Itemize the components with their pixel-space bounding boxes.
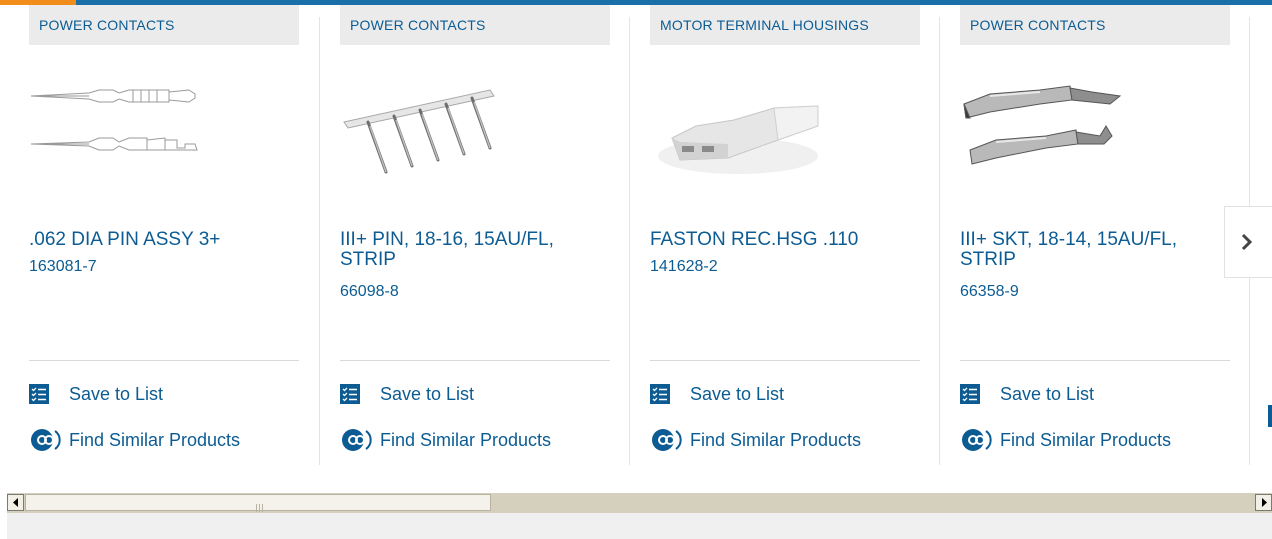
find-similar-products-label: Find Similar Products (380, 429, 552, 450)
find-similar-products-label: Find Similar Products (1000, 429, 1172, 450)
checklist-icon (650, 384, 670, 404)
partial-card-save-icon (1268, 405, 1272, 427)
part-number[interactable]: 66358-9 (960, 283, 1019, 301)
carousel-next-button[interactable] (1224, 206, 1272, 278)
save-to-list-button[interactable]: Save to List (29, 381, 163, 407)
card-divider (960, 360, 1230, 361)
card-divider (29, 360, 299, 361)
product-card: MOTOR TERMINAL HOUSINGS FASTON REC.HSG .… (650, 5, 940, 465)
product-image[interactable] (29, 60, 299, 200)
arrow-left-icon (12, 498, 18, 507)
horizontal-scrollbar[interactable] (7, 493, 1272, 513)
product-category: POWER CONTACTS (29, 5, 299, 45)
find-similar-products-label: Find Similar Products (69, 429, 241, 450)
find-similar-products-button[interactable]: Find Similar Products (960, 427, 1171, 453)
product-image[interactable] (650, 60, 920, 200)
product-card: POWER CONTACTS .062 DIA PIN ASSY 3+ 1630… (29, 5, 319, 465)
part-number[interactable]: 66098-8 (340, 283, 399, 301)
product-title[interactable]: FASTON REC.HSG .110 (650, 230, 920, 250)
card-divider (650, 360, 920, 361)
checklist-icon (29, 384, 49, 404)
part-number[interactable]: 141628-2 (650, 258, 718, 276)
product-carousel: POWER CONTACTS .062 DIA PIN ASSY 3+ 1630… (0, 5, 1272, 465)
find-similar-products-button[interactable]: Find Similar Products (29, 427, 240, 453)
similar-products-icon (342, 429, 372, 451)
save-to-list-label: Save to List (380, 383, 475, 404)
checklist-icon (340, 384, 360, 404)
save-to-list-label: Save to List (1000, 383, 1095, 404)
product-title[interactable]: III+ PIN, 18-16, 15AU/FL, STRIP (340, 230, 610, 270)
card-separator (629, 17, 630, 465)
scrollbar-grip (256, 499, 265, 512)
save-to-list-button[interactable]: Save to List (960, 381, 1094, 407)
bottom-area (7, 513, 1272, 539)
product-image[interactable] (960, 60, 1230, 200)
card-separator (319, 17, 320, 465)
save-to-list-button[interactable]: Save to List (650, 381, 784, 407)
scrollbar-thumb[interactable] (25, 494, 491, 512)
scroll-left-button[interactable] (7, 494, 24, 511)
save-to-list-button[interactable]: Save to List (340, 381, 474, 407)
product-card: POWER CONTACTS III+ PIN, 18-16, 15AU/FL,… (340, 5, 630, 465)
chevron-right-icon (1241, 233, 1253, 251)
checklist-icon (960, 384, 980, 404)
product-card: POWER CONTACTS III+ SKT, 18-14, 15AU/FL,… (960, 5, 1250, 465)
similar-products-icon (31, 429, 61, 451)
product-category: POWER CONTACTS (340, 5, 610, 45)
save-to-list-label: Save to List (69, 383, 164, 404)
find-similar-products-button[interactable]: Find Similar Products (340, 427, 551, 453)
product-title[interactable]: III+ SKT, 18-14, 15AU/FL, STRIP (960, 230, 1230, 270)
product-title[interactable]: .062 DIA PIN ASSY 3+ (29, 230, 299, 250)
arrow-right-icon (1261, 498, 1267, 507)
product-category: POWER CONTACTS (960, 5, 1230, 45)
find-similar-products-button[interactable]: Find Similar Products (650, 427, 861, 453)
product-category: MOTOR TERMINAL HOUSINGS (650, 5, 920, 45)
card-separator (939, 17, 940, 465)
similar-products-icon (962, 429, 992, 451)
find-similar-products-label: Find Similar Products (690, 429, 862, 450)
save-to-list-label: Save to List (690, 383, 785, 404)
part-number[interactable]: 163081-7 (29, 258, 97, 276)
product-image[interactable] (340, 60, 610, 200)
similar-products-icon (652, 429, 682, 451)
card-divider (340, 360, 610, 361)
scroll-right-button[interactable] (1255, 494, 1272, 511)
